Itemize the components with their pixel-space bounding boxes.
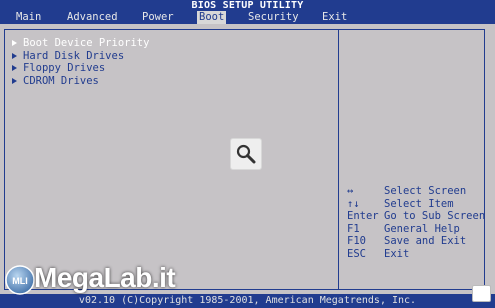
panel-divider [338,29,339,290]
boot-menu-list: Boot Device Priority Hard Disk Drives Fl… [12,37,149,87]
help-key: F1 [347,222,360,235]
tab-power[interactable]: Power [140,11,176,24]
tab-advanced[interactable]: Advanced [65,11,120,24]
help-key: Enter [347,210,379,222]
main-menu: Main Advanced Power Boot Security Exit [0,11,495,24]
top-bar: BIOS SETUP UTILITY Main Advanced Power B… [0,0,495,24]
tab-main[interactable]: Main [14,11,43,24]
watermark-text: MegaLab.it [34,262,176,293]
help-row: F10 Save and Exit [347,235,492,248]
logo-text: MLI [12,276,28,286]
help-row: ↑↓ Select Item [347,198,492,211]
help-desc: Exit [384,247,410,260]
help-key: ESC [347,247,366,260]
boot-item-hard-disk-drives[interactable]: Hard Disk Drives [12,50,149,63]
boot-item-label: Boot Device Priority [23,37,150,49]
side-button[interactable] [472,285,491,302]
boot-item-cdrom-drives[interactable]: CDROM Drives [12,75,149,88]
tab-boot[interactable]: Boot [197,11,227,24]
help-key: ↔ [347,185,354,197]
tab-security[interactable]: Security [246,11,301,24]
triangle-right-icon [12,77,17,84]
help-row: ESC Exit [347,248,492,261]
boot-item-label: Floppy Drives [23,62,106,74]
key-help-panel: ↔ Select Screen ↑↓ Select Item Enter Go … [347,185,492,260]
boot-item-device-priority[interactable]: Boot Device Priority [12,37,149,50]
help-desc: General Help [384,222,460,235]
boot-item-label: Hard Disk Drives [23,49,125,62]
triangle-right-icon [12,65,17,71]
help-key: ↑↓ [347,197,360,210]
boot-item-floppy-drives[interactable]: Floppy Drives [12,62,149,75]
help-key: F10 [347,235,366,247]
help-row: Enter Go to Sub Screen [347,210,492,223]
help-desc: Select Item [384,197,454,210]
help-desc: Go to Sub Screen [384,210,486,222]
triangle-right-icon [12,40,17,46]
help-desc: Select Screen [384,185,467,197]
triangle-right-icon [12,52,17,59]
magnifier-icon [236,144,256,164]
zoom-button[interactable] [230,138,262,170]
tab-exit[interactable]: Exit [320,11,349,24]
megalab-watermark: MLI MegaLab.it [4,258,204,298]
megalab-logo-icon: MLI [5,265,35,295]
help-row: ↔ Select Screen [347,185,492,198]
help-row: F1 General Help [347,223,492,236]
help-desc: Save and Exit [384,235,467,247]
boot-item-label: CDROM Drives [23,74,99,87]
